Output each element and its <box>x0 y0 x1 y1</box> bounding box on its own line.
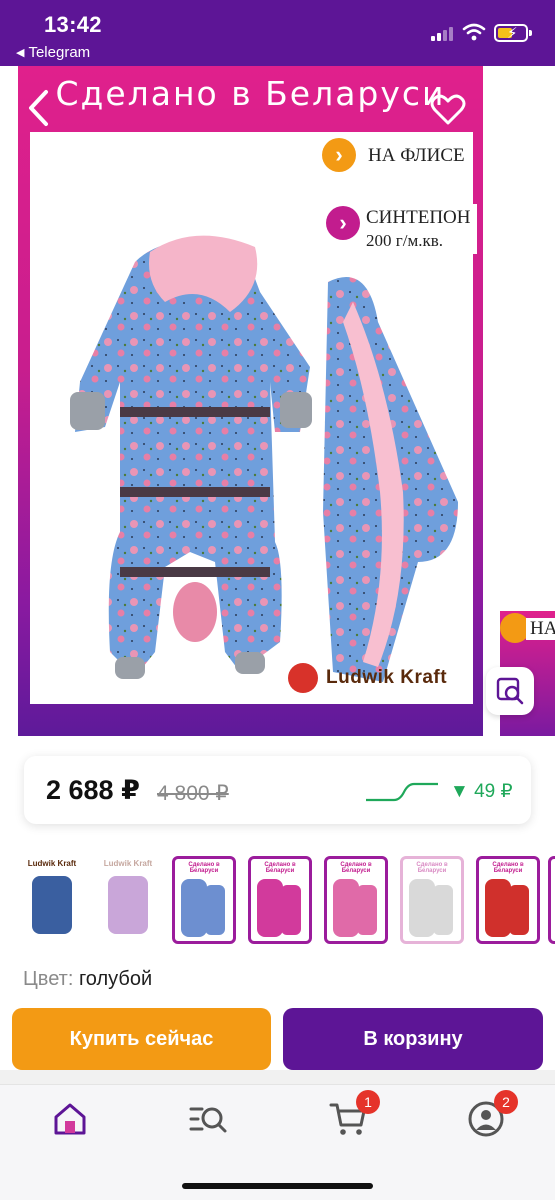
chevron-right-icon: › <box>322 138 356 172</box>
share-icon[interactable] <box>505 90 533 124</box>
color-option: Цвет: голубой <box>23 968 152 991</box>
status-time: 13:42 <box>44 12 102 37</box>
image-search-button[interactable] <box>486 667 534 715</box>
tab-profile[interactable]: 2 <box>466 1090 518 1139</box>
thumbnail-title: Сделано в Беларуси <box>340 862 372 874</box>
tab-home[interactable] <box>50 1099 90 1139</box>
price-card[interactable]: 2 688 ₽ 4 800 ₽ ▼ 49 ₽ <box>24 756 531 824</box>
battery-charging-icon: ⚡ <box>494 24 532 42</box>
old-price: 4 800 ₽ <box>157 782 229 805</box>
thumbnail[interactable]: Сделано в Беларуси <box>248 856 312 944</box>
tab-catalog[interactable] <box>188 1099 228 1139</box>
badge-sintepon: › СИНТЕПОН 200 г/м.кв. <box>326 204 477 254</box>
profile-notification-badge: 2 <box>494 1090 518 1114</box>
thumbnail-title: Сделано в Беларуси <box>492 862 524 874</box>
thumbnail[interactable]: Сделано в Беларуси <box>400 856 464 944</box>
badge-sintepon-subtext: 200 г/м.кв. <box>366 231 443 250</box>
back-arrow-icon[interactable] <box>26 88 52 128</box>
thumbnail-title: Ludwik Kraft <box>103 859 153 868</box>
hood-scarf-illustration <box>323 277 458 682</box>
image-headline: Сделано в Беларуси <box>55 74 446 113</box>
home-indicator <box>182 1183 373 1189</box>
price-history-sparkline-icon <box>366 782 438 802</box>
add-to-cart-button[interactable]: В корзину <box>283 1008 543 1070</box>
thumbnail[interactable]: Сделано в Беларуси <box>172 856 236 944</box>
next-image-peek[interactable]: НА <box>500 66 555 736</box>
next-image-badge-text: НА <box>526 618 555 640</box>
catalog-search-icon <box>189 1107 227 1133</box>
badge-fleece: › НА ФЛИСЕ <box>322 138 471 172</box>
badge-fleece-text: НА ФЛИСЕ <box>362 141 471 169</box>
thumbnail-title: Сделано в Беларуси <box>188 862 220 874</box>
back-to-telegram-link[interactable]: ◀ Telegram <box>16 44 90 61</box>
thumbnail[interactable]: Ludwik Kraft <box>96 856 160 944</box>
thumbnail-strip[interactable]: Ludwik Kraft Ludwik Kraft Сделано в Бела… <box>0 852 555 948</box>
cart-count-badge: 1 <box>356 1090 380 1114</box>
back-triangle-icon: ◀ <box>16 47 25 59</box>
badge-sintepon-text: СИНТЕПОН <box>366 207 471 228</box>
favorite-heart-icon[interactable] <box>430 94 466 126</box>
home-icon <box>54 1103 86 1135</box>
thumbnail[interactable]: Сделано в Беларуси <box>324 856 388 944</box>
brand-mark: Ludwik Kraft <box>288 663 447 693</box>
brand-name: Ludwik Kraft <box>326 667 448 688</box>
thumbnail[interactable]: Сделано в Беларуси <box>476 856 540 944</box>
current-price: 2 688 ₽ <box>46 775 140 805</box>
jumpsuit-illustration <box>70 235 312 679</box>
color-value: голубой <box>78 968 153 990</box>
tab-cart[interactable]: 1 <box>328 1090 380 1139</box>
buy-now-button[interactable]: Купить сейчас <box>12 1008 271 1070</box>
ludwik-kraft-logo-icon <box>288 663 318 693</box>
color-label: Цвет: <box>23 968 74 990</box>
thumbnail[interactable]: Ludwik Kraft <box>20 856 84 944</box>
chevron-right-icon: › <box>326 206 360 240</box>
wifi-icon <box>462 23 486 41</box>
image-search-icon <box>496 677 524 705</box>
product-main-image[interactable]: Сделано в Беларуси › НА ФЛИСЕ › СИНТЕПОН… <box>18 66 483 736</box>
price-drop: ▼ 49 ₽ <box>450 781 513 802</box>
product-gallery[interactable]: Сделано в Беларуси › НА ФЛИСЕ › СИНТЕПОН… <box>0 66 555 736</box>
status-bar: 13:42 ◀ Telegram ⚡ <box>0 0 555 66</box>
content-strip-behind-buttons <box>0 1070 555 1084</box>
thumbnail-title: Сделано в Беларуси <box>416 862 448 874</box>
thumbnail-title: Ludwik Kraft <box>27 859 77 868</box>
cellular-signal-icon <box>431 25 453 41</box>
thumbnail-title: Сделано в Беларуси <box>264 862 296 874</box>
back-app-label: Telegram <box>28 44 91 61</box>
thumbnail[interactable] <box>548 856 555 944</box>
